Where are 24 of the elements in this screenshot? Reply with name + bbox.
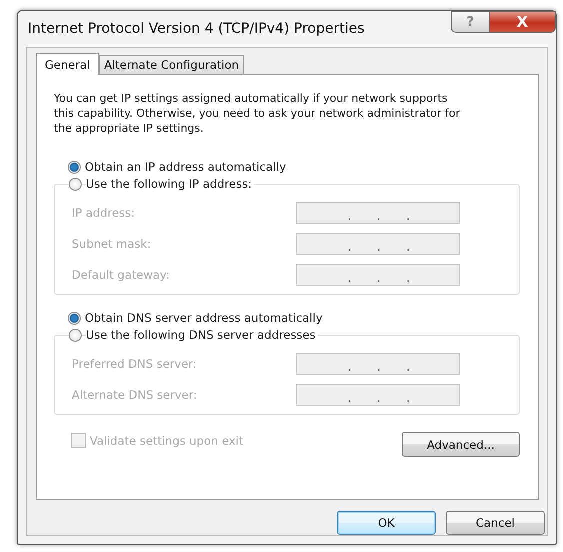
field-label: IP address: bbox=[72, 206, 136, 220]
radio-label: Obtain DNS server address automatically bbox=[85, 311, 323, 325]
intro-text: You can get IP settings assigned automatically if your network supports this capability. Otherwise, you need to ask your network administrator for the appropriate IP settings. bbox=[54, 91, 462, 136]
radio-button[interactable] bbox=[68, 312, 81, 324]
tab[interactable]: Alternate Configuration bbox=[99, 55, 244, 74]
field-label: Alternate DNS server: bbox=[72, 388, 198, 402]
radio-option[interactable]: Obtain DNS server address automatically bbox=[68, 309, 520, 327]
close-button[interactable]: X bbox=[490, 11, 556, 33]
cancel-button[interactable]: Cancel bbox=[446, 511, 545, 535]
field-label: Preferred DNS server: bbox=[72, 356, 197, 370]
ok-button[interactable]: OK bbox=[337, 511, 436, 535]
checkbox-label: Validate settings upon exit bbox=[90, 434, 244, 448]
field-label: Default gateway: bbox=[72, 268, 170, 282]
radio-label: Use the following IP address: bbox=[86, 177, 254, 191]
window-title: Internet Protocol Version 4 (TCP/IPv4) Properties bbox=[28, 21, 365, 37]
tab[interactable]: General bbox=[36, 53, 100, 75]
radio-label: Use the following DNS server addresses bbox=[86, 328, 318, 342]
radio-button[interactable] bbox=[69, 328, 82, 342]
field-label: Subnet mask: bbox=[72, 236, 152, 250]
radio-option[interactable]: Obtain an IP address automatically bbox=[68, 158, 520, 176]
radio-button[interactable] bbox=[69, 178, 82, 190]
advanced-button[interactable]: Advanced... bbox=[402, 432, 520, 457]
radio-label: Obtain an IP address automatically bbox=[85, 160, 286, 174]
radio-button[interactable] bbox=[68, 160, 81, 174]
